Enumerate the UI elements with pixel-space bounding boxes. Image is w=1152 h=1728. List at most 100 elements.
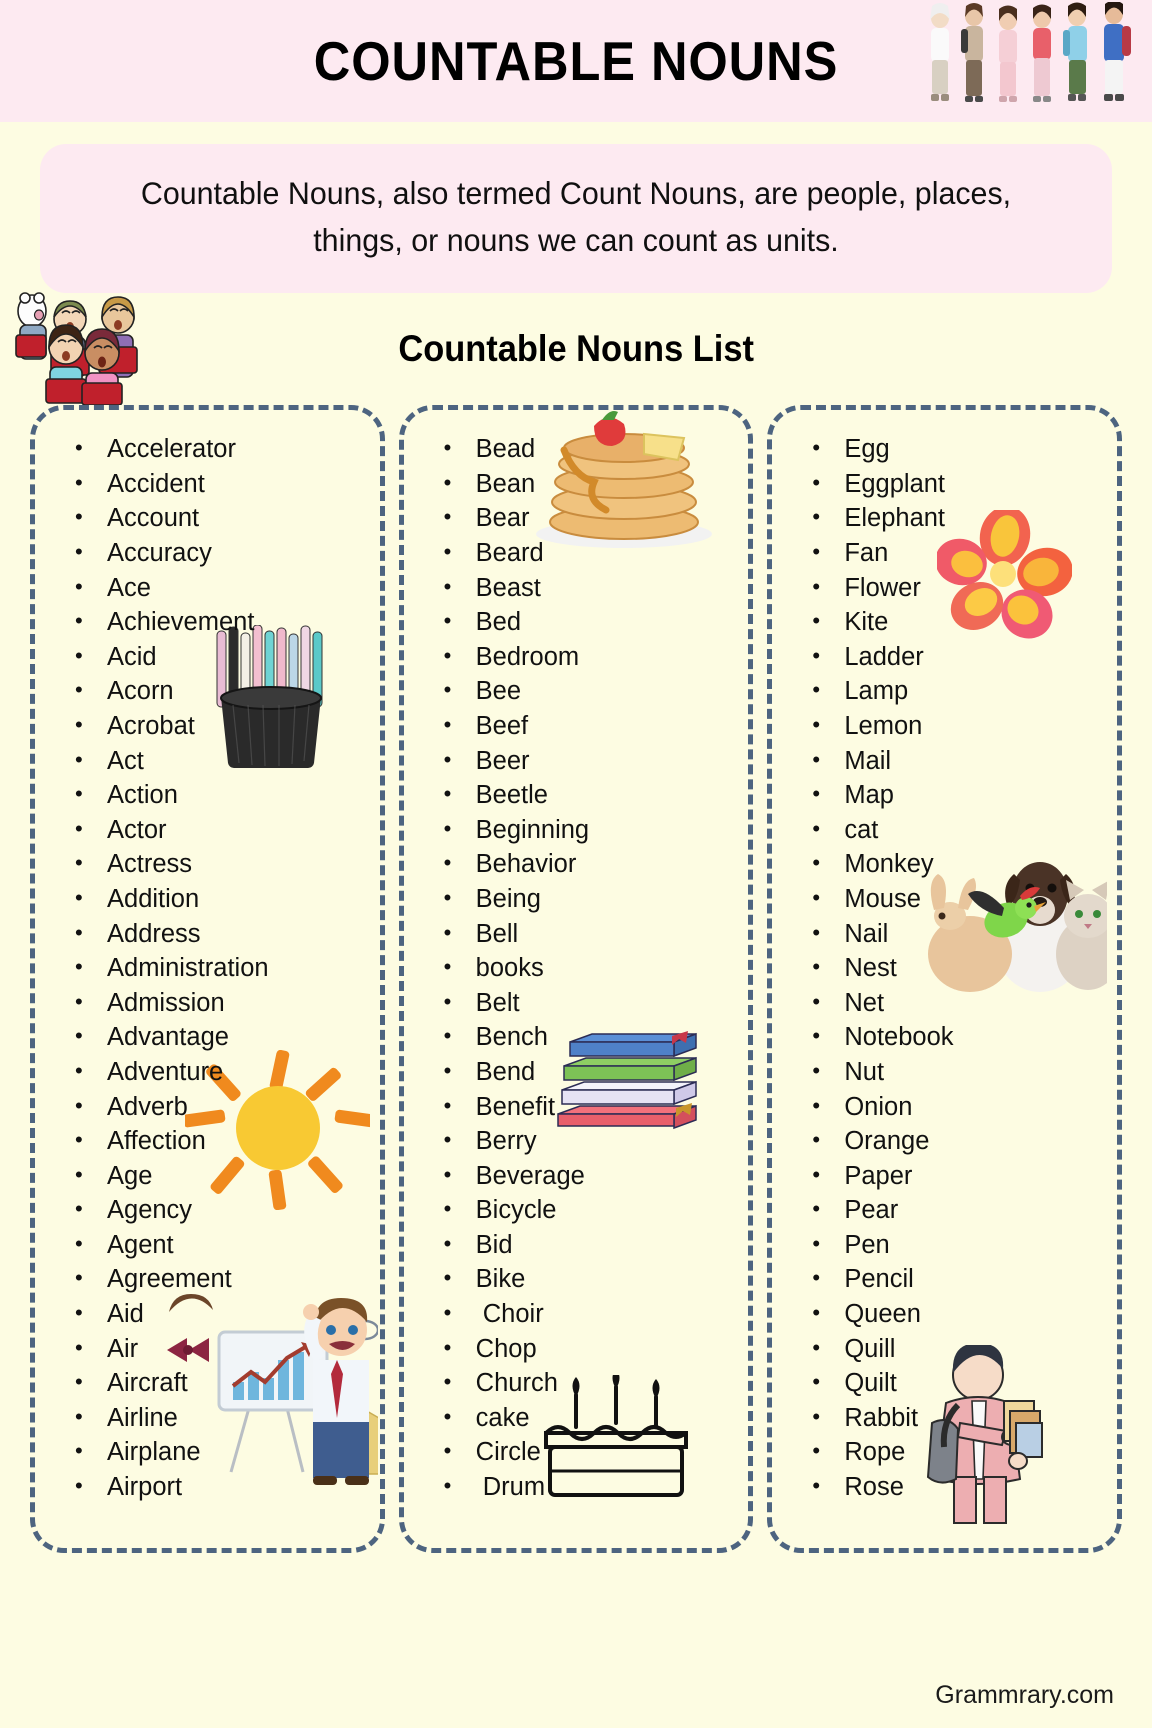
list-item: Notebook bbox=[782, 1019, 1107, 1055]
list-item: cake bbox=[414, 1400, 739, 1436]
list-item: Bean bbox=[414, 466, 739, 502]
list-item: Net bbox=[782, 985, 1107, 1021]
list-item: Bend bbox=[414, 1054, 739, 1090]
definition-text: Countable Nouns, also termed Count Nouns… bbox=[140, 175, 1012, 258]
list-item: Rose bbox=[782, 1469, 1107, 1505]
list-item: Lemon bbox=[782, 708, 1107, 744]
list-item: Benefit bbox=[414, 1089, 739, 1125]
list-item: Age bbox=[45, 1158, 370, 1194]
list-item: Act bbox=[45, 743, 370, 779]
list-item: Acid bbox=[45, 639, 370, 675]
noun-column-c: Egg Eggplant Elephant Fan Flower Kite La… bbox=[767, 405, 1123, 1554]
list-item: Agent bbox=[45, 1227, 370, 1263]
list-item: Bid bbox=[414, 1227, 739, 1263]
list-item: Elephant bbox=[782, 500, 1107, 536]
definition-wrapper: Countable Nouns, also termed Count Nouns… bbox=[0, 122, 1152, 294]
list-item: Admission bbox=[45, 985, 370, 1021]
list-item: Paper bbox=[782, 1158, 1107, 1194]
page-title: COUNTABLE NOUNS bbox=[313, 30, 839, 92]
noun-columns: Accelerator Accident Account Accuracy Ac… bbox=[0, 405, 1152, 1554]
list-item: Mouse bbox=[782, 881, 1107, 917]
list-item: Being bbox=[414, 881, 739, 917]
list-item: Beer bbox=[414, 743, 739, 779]
list-item: Orange bbox=[782, 1123, 1107, 1159]
list-item: Airline bbox=[45, 1400, 370, 1436]
list-item: Pear bbox=[782, 1192, 1107, 1228]
list-item: Accelerator bbox=[45, 431, 370, 467]
list-item: Acorn bbox=[45, 673, 370, 709]
list-item: Advantage bbox=[45, 1019, 370, 1055]
list-item: Actor bbox=[45, 812, 370, 848]
list-item: Aid bbox=[45, 1296, 370, 1332]
list-item: Bedroom bbox=[414, 639, 739, 675]
list-item: Acrobat bbox=[45, 708, 370, 744]
list-item: Bee bbox=[414, 673, 739, 709]
noun-list-a: Accelerator Accident Account Accuracy Ac… bbox=[45, 431, 370, 1504]
list-item: Behavior bbox=[414, 846, 739, 882]
list-item: Chop bbox=[414, 1331, 739, 1367]
list-item: Quilt bbox=[782, 1365, 1107, 1401]
list-item: Beetle bbox=[414, 777, 739, 813]
list-item: Mail bbox=[782, 743, 1107, 779]
list-item: Beard bbox=[414, 535, 739, 571]
list-item: Bear bbox=[414, 500, 739, 536]
list-item: Berry bbox=[414, 1123, 739, 1159]
header-banner: COUNTABLE NOUNS bbox=[0, 0, 1152, 122]
list-item: Bed bbox=[414, 604, 739, 640]
list-item: Airplane bbox=[45, 1434, 370, 1470]
list-item: Address bbox=[45, 916, 370, 952]
list-item: Flower bbox=[782, 570, 1107, 606]
list-heading: Countable Nouns List bbox=[398, 328, 754, 370]
list-item: Adverb bbox=[45, 1089, 370, 1125]
list-item: Ace bbox=[45, 570, 370, 606]
list-item: Queen bbox=[782, 1296, 1107, 1332]
list-item: cat bbox=[782, 812, 1107, 848]
infographic-page: COUNTABLE NOUNS Countable Nouns, also te… bbox=[0, 0, 1152, 1728]
list-item: Fan bbox=[782, 535, 1107, 571]
list-item: Rope bbox=[782, 1434, 1107, 1470]
list-item: Addition bbox=[45, 881, 370, 917]
list-item: Actress bbox=[45, 846, 370, 882]
group-of-people-icon bbox=[922, 0, 1140, 114]
list-item: Egg bbox=[782, 431, 1107, 467]
site-watermark: Grammrary.com bbox=[935, 1681, 1114, 1709]
list-item: Monkey bbox=[782, 846, 1107, 882]
list-item: Accuracy bbox=[45, 535, 370, 571]
noun-list-b: Bead Bean Bear Beard Beast Bed Bedroom B… bbox=[414, 431, 739, 1505]
definition-box: Countable Nouns, also termed Count Nouns… bbox=[40, 144, 1112, 294]
list-item: Drum bbox=[414, 1469, 739, 1505]
list-item: Lamp bbox=[782, 673, 1107, 709]
list-item: Bench bbox=[414, 1019, 739, 1055]
list-item: Bell bbox=[414, 916, 739, 952]
list-item: Onion bbox=[782, 1089, 1107, 1125]
list-item: Action bbox=[45, 777, 370, 813]
list-item: Affection bbox=[45, 1123, 370, 1159]
list-item: Ladder bbox=[782, 639, 1107, 675]
list-item: Beef bbox=[414, 708, 739, 744]
list-item: Map bbox=[782, 777, 1107, 813]
list-item: Choir bbox=[414, 1296, 739, 1332]
list-item: Rabbit bbox=[782, 1400, 1107, 1436]
list-item: Bike bbox=[414, 1261, 739, 1297]
list-item: Eggplant bbox=[782, 466, 1107, 502]
list-heading-row: Countable Nouns List bbox=[0, 292, 1152, 407]
noun-column-a: Accelerator Accident Account Accuracy Ac… bbox=[30, 405, 385, 1554]
list-item: Agreement bbox=[45, 1261, 370, 1297]
list-item: Beast bbox=[414, 570, 739, 606]
list-item: Pencil bbox=[782, 1261, 1107, 1297]
list-item: Accident bbox=[45, 466, 370, 502]
list-item: Church bbox=[414, 1365, 739, 1401]
list-item: Bead bbox=[414, 431, 739, 467]
list-item: Nut bbox=[782, 1054, 1107, 1090]
list-item: Kite bbox=[782, 604, 1107, 640]
list-item: books bbox=[414, 950, 739, 986]
noun-column-b: Bead Bean Bear Beard Beast Bed Bedroom B… bbox=[398, 405, 754, 1554]
list-item: Quill bbox=[782, 1331, 1107, 1367]
list-item: Pen bbox=[782, 1227, 1107, 1263]
list-item: Nest bbox=[782, 950, 1107, 986]
list-item: Administration bbox=[45, 950, 370, 986]
list-item: Beverage bbox=[414, 1158, 739, 1194]
list-item: Adventure bbox=[45, 1054, 370, 1090]
noun-list-c: Egg Eggplant Elephant Fan Flower Kite La… bbox=[782, 431, 1107, 1505]
list-item: Agency bbox=[45, 1192, 370, 1228]
